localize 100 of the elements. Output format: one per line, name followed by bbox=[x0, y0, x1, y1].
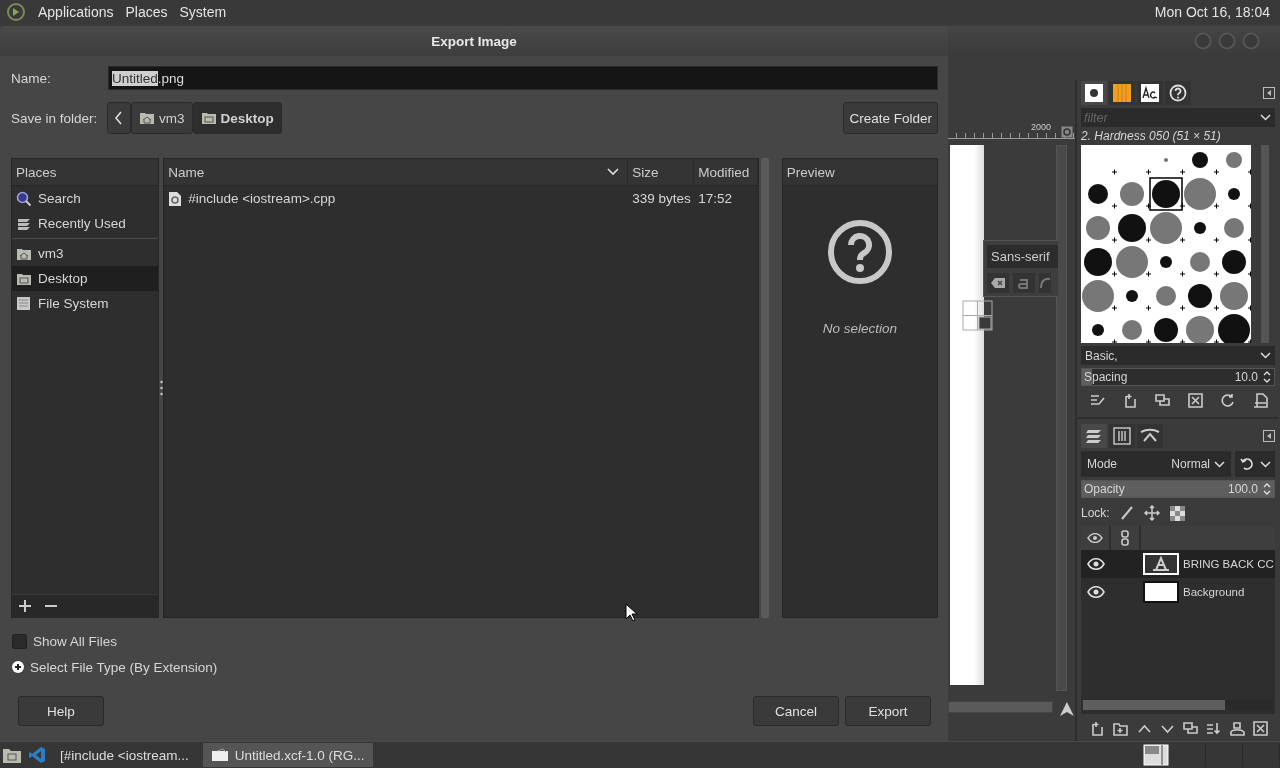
create-folder-button[interactable]: Create Folder bbox=[843, 102, 938, 134]
help-button[interactable]: Help bbox=[18, 696, 104, 726]
eye-icon[interactable] bbox=[1087, 586, 1105, 598]
channels-icon bbox=[1113, 427, 1131, 445]
column-header: Preview bbox=[782, 159, 937, 186]
search-icon bbox=[16, 190, 32, 207]
baseline-button[interactable] bbox=[1039, 273, 1051, 293]
chevron-down-icon bbox=[1259, 460, 1271, 468]
folder-icon[interactable] bbox=[2, 746, 22, 764]
expander-icon[interactable] bbox=[12, 661, 24, 673]
dock-tab[interactable] bbox=[1137, 424, 1163, 448]
place-item[interactable]: Recently Used bbox=[12, 211, 159, 236]
scrollbar[interactable] bbox=[1056, 145, 1067, 691]
undo-icon bbox=[1239, 457, 1254, 471]
dock-tab[interactable] bbox=[1137, 81, 1163, 105]
dropdown-button[interactable] bbox=[1255, 108, 1275, 127]
column-header[interactable]: Modified bbox=[694, 159, 758, 185]
chevron-down-icon bbox=[1259, 114, 1271, 121]
clear-style-button[interactable] bbox=[987, 273, 1009, 293]
name-field[interactable]: Untitled.png bbox=[108, 66, 938, 90]
place-item[interactable]: File System bbox=[12, 291, 159, 316]
dock-tab[interactable] bbox=[1081, 81, 1107, 105]
dock-tab[interactable] bbox=[1109, 81, 1135, 105]
refresh-icon[interactable] bbox=[1219, 392, 1237, 409]
scrollbar[interactable] bbox=[1261, 145, 1269, 343]
font-icon bbox=[1141, 84, 1159, 102]
lock-label: Lock: bbox=[1081, 506, 1110, 520]
ruler: 2000 bbox=[948, 122, 1075, 139]
code-editor-icon[interactable] bbox=[28, 746, 46, 764]
menu-item[interactable]: Applications bbox=[34, 4, 122, 20]
layer-row[interactable]: Background bbox=[1081, 578, 1275, 606]
file-row[interactable]: #include <iostream>.cpp 339 bytes 17:52 bbox=[164, 186, 758, 211]
logo-icon[interactable] bbox=[6, 2, 26, 22]
spin-arrows-icon bbox=[1263, 482, 1271, 496]
eye-icon[interactable] bbox=[1087, 558, 1105, 570]
open-icon[interactable] bbox=[1251, 392, 1269, 409]
navigate-icon[interactable] bbox=[1061, 126, 1073, 138]
mode-dropdown[interactable]: Mode Normal bbox=[1081, 451, 1231, 477]
dialog-title: Export Image bbox=[431, 33, 517, 49]
merge-icon[interactable] bbox=[1205, 720, 1223, 737]
place-item[interactable]: vm3 bbox=[12, 241, 159, 266]
save-in-label: Save in folder: bbox=[11, 110, 99, 126]
home-folder-icon bbox=[16, 246, 32, 261]
taskbar-button[interactable]: [#include <iostream... bbox=[52, 743, 197, 767]
filter-field[interactable]: filter bbox=[1081, 108, 1255, 127]
window-thumbnail-icon[interactable] bbox=[1143, 744, 1169, 766]
duplicate-icon[interactable] bbox=[1182, 720, 1200, 737]
option-label[interactable]: Select File Type (By Extension) bbox=[30, 659, 218, 675]
column-header[interactable]: Size bbox=[628, 159, 695, 185]
menu-item[interactable]: System bbox=[175, 4, 235, 20]
layer-row[interactable]: BRING BACK CC bbox=[1081, 550, 1275, 578]
grid-icon bbox=[962, 300, 993, 331]
font-field[interactable]: Sans-serif bbox=[987, 245, 1058, 268]
export-button[interactable]: Export bbox=[845, 696, 931, 726]
tag-field[interactable]: Basic, bbox=[1081, 346, 1275, 365]
backspace-icon bbox=[990, 277, 1006, 289]
delete-icon[interactable] bbox=[1251, 720, 1269, 737]
menu-item[interactable]: Places bbox=[121, 4, 176, 20]
pane-handle[interactable] bbox=[159, 379, 163, 397]
scrollbar[interactable] bbox=[948, 701, 1054, 713]
brush-swatches-drawing[interactable] bbox=[1081, 145, 1251, 343]
checkbox[interactable] bbox=[12, 633, 27, 649]
column-header[interactable] bbox=[1111, 526, 1139, 550]
place-item[interactable]: Desktop bbox=[12, 266, 159, 291]
duplicate-icon[interactable] bbox=[1154, 392, 1172, 409]
brush-name: 2. Hardness 050 (51 × 51) bbox=[1081, 129, 1222, 143]
panel-menu-icon[interactable] bbox=[1263, 87, 1275, 99]
mask-icon[interactable] bbox=[1228, 720, 1246, 737]
cancel-button[interactable]: Cancel bbox=[753, 696, 839, 726]
checkerboard-icon[interactable] bbox=[1169, 505, 1185, 521]
panel-menu-icon[interactable] bbox=[1263, 430, 1275, 442]
spacing-slider[interactable]: Spacing 10.0 bbox=[1081, 368, 1275, 386]
move-icon[interactable] bbox=[1143, 505, 1160, 521]
font-style-button[interactable] bbox=[1013, 273, 1035, 293]
back-button[interactable] bbox=[107, 102, 131, 134]
navigation-arrow-icon[interactable] bbox=[1059, 701, 1075, 717]
dock-tab[interactable] bbox=[1165, 81, 1191, 105]
path-button[interactable]: vm3 bbox=[131, 102, 193, 134]
name-label: Name: bbox=[11, 70, 52, 86]
delete-icon[interactable] bbox=[1186, 392, 1204, 409]
clock[interactable]: Mon Oct 16, 18:04 bbox=[1154, 4, 1270, 20]
place-item[interactable]: Search bbox=[12, 186, 159, 211]
new-layer-icon[interactable] bbox=[1089, 720, 1106, 737]
scrollbar[interactable] bbox=[760, 158, 769, 618]
taskbar-button[interactable]: Untitled.xcf-1.0 (RG... bbox=[202, 743, 373, 767]
chevron-down-icon bbox=[1260, 352, 1271, 359]
scrollbar[interactable] bbox=[1083, 700, 1273, 710]
layers-icon bbox=[1085, 427, 1103, 445]
column-header[interactable]: Name bbox=[164, 159, 629, 185]
folder-icon[interactable] bbox=[1112, 720, 1130, 737]
text-layer-thumbnail bbox=[1143, 553, 1179, 575]
spin-arrows-icon bbox=[1263, 370, 1271, 384]
path-button[interactable]: Desktop bbox=[192, 102, 282, 134]
paintbrush-icon[interactable] bbox=[1119, 506, 1134, 520]
opacity-slider[interactable]: Opacity 100.0 bbox=[1081, 480, 1275, 498]
gradient-icon bbox=[1113, 84, 1131, 102]
chevron-down-icon bbox=[1214, 460, 1225, 468]
add-icon[interactable] bbox=[18, 599, 32, 613]
composite-mode-button[interactable] bbox=[1235, 451, 1275, 477]
option-label[interactable]: Show All Files bbox=[33, 633, 118, 649]
